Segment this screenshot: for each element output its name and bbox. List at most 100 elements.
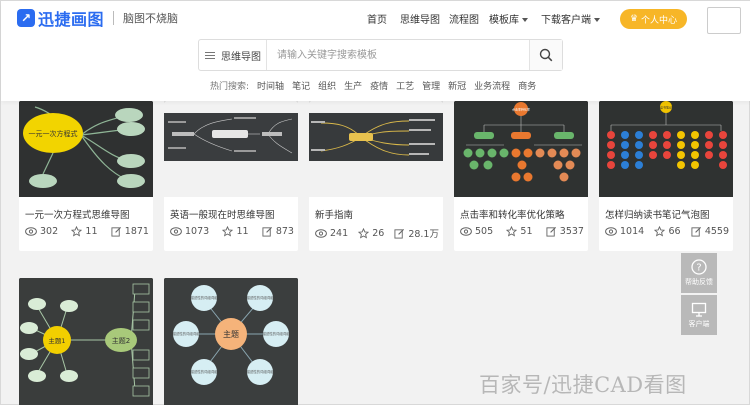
header: ↗ 迅捷画图 脑图不烧脑 首页 思维导图 流程图 模板库 下载客户端 ♛ 个人中… <box>1 1 750 101</box>
chevron-down-icon <box>594 18 600 22</box>
thumbnail-caption: 读书笔记 <box>660 105 672 110</box>
brand-slogan: 脑图不烧脑 <box>123 12 179 25</box>
hot-tag[interactable]: 组织 <box>318 79 336 92</box>
star-icon <box>71 226 83 237</box>
search-bar: 思维导图 <box>198 39 563 71</box>
thumbnail-caption: 一元一次方程式 <box>29 129 78 138</box>
monitor-icon <box>691 302 707 317</box>
search-icon <box>539 48 553 62</box>
bubble-label: 描述性的词组词组 <box>172 331 200 336</box>
template-thumbnail[interactable]: 描述性的词组词组 描述性的词组词组 描述性的词组词组 描述性的词组词组 描述性的… <box>164 278 298 405</box>
edit-icon <box>691 226 701 237</box>
template-thumbnail[interactable]: 读书笔记 <box>599 101 733 197</box>
star-icon <box>506 226 518 237</box>
search-category-select[interactable]: 思维导图 <box>199 40 267 70</box>
template-card[interactable]: 点击率转化率 点击率和转化率优化策略 505 51 3537 <box>454 101 588 251</box>
card-title[interactable]: 怎样归纳读书笔记气泡图 <box>605 207 710 221</box>
nav-home[interactable]: 首页 <box>367 11 387 26</box>
uses-stat: 3537 <box>546 226 584 237</box>
hot-tag[interactable]: 疫情 <box>370 79 388 92</box>
topic-center-label: 主题1 <box>48 336 65 345</box>
eye-icon <box>460 227 472 236</box>
card-stats: 1073 11 873 <box>170 226 294 237</box>
star-icon <box>654 226 666 237</box>
card-stats: 505 51 3537 <box>460 226 584 237</box>
views-stat: 1014 <box>605 226 644 237</box>
views-stat: 241 <box>315 226 348 240</box>
avatar[interactable] <box>707 7 741 34</box>
edit-icon <box>111 226 121 237</box>
search-button[interactable] <box>529 40 562 70</box>
template-thumbnail[interactable]: 点击率转化率 <box>454 101 588 197</box>
uses-stat: 873 <box>262 226 294 237</box>
card-title[interactable]: 新手指南 <box>315 207 353 221</box>
card-title[interactable]: 英语一般现在时思维导图 <box>170 207 275 221</box>
topic-center-label: 主题 <box>223 329 239 339</box>
watermark: 百家号/迅捷CAD看图 <box>479 373 687 397</box>
nav-download-client[interactable]: 下载客户端 <box>541 11 600 26</box>
logo-divider <box>113 11 115 25</box>
eye-icon <box>605 227 617 236</box>
hot-tag[interactable]: 生产 <box>344 79 362 92</box>
brand-logo[interactable]: ↗ 迅捷画图 脑图不烧脑 <box>17 7 178 29</box>
bubble-label: 描述性的词组词组 <box>190 369 218 374</box>
hot-tag[interactable]: 业务流程 <box>474 79 510 92</box>
template-thumbnail[interactable] <box>164 101 298 197</box>
crown-icon: ♛ <box>629 14 639 24</box>
nav-mindmap[interactable]: 思维导图 <box>400 11 440 26</box>
edit-icon <box>394 228 405 239</box>
hot-tag[interactable]: 新冠 <box>448 79 466 92</box>
template-card[interactable]: 英语一般现在时思维导图 1073 11 873 <box>164 101 298 251</box>
bubble-label: 描述性的词组词组 <box>190 295 218 300</box>
help-feedback-button[interactable]: ? 帮助反馈 <box>681 253 717 293</box>
card-title[interactable]: 一元一次方程式思维导图 <box>25 207 130 221</box>
star-icon <box>358 227 370 239</box>
hot-search-label: 热门搜索: <box>210 82 250 92</box>
bubble-label: 描述性的词组词组 <box>262 331 290 336</box>
likes-stat[interactable]: 11 <box>71 226 98 237</box>
menu-icon <box>205 50 215 61</box>
likes-stat[interactable]: 51 <box>506 226 533 237</box>
card-stats: 302 11 1871 <box>25 226 149 237</box>
card-title[interactable]: 点击率和转化率优化策略 <box>460 207 565 221</box>
uses-stat: 28.1万 <box>394 226 439 240</box>
eye-icon <box>315 228 327 238</box>
eye-icon <box>25 227 37 236</box>
hot-tag[interactable]: 时间轴 <box>257 79 284 92</box>
hot-tag[interactable]: 工艺 <box>396 79 414 92</box>
thumbnail-caption: 点击率转化率 <box>512 107 530 112</box>
edit-icon <box>546 226 556 237</box>
search-input[interactable] <box>267 40 529 70</box>
star-icon <box>222 226 234 237</box>
views-stat: 1073 <box>170 226 209 237</box>
chart-logo-icon: ↗ <box>17 9 35 27</box>
hot-tag[interactable]: 商务 <box>518 79 536 92</box>
template-card[interactable]: 一元一次方程式 一元一次方程式思维导图 302 11 1871 <box>19 101 153 251</box>
template-card[interactable]: 读书笔记 怎样归纳读书笔记气泡图 1014 66 4559 <box>599 101 733 251</box>
likes-stat[interactable]: 66 <box>654 226 681 237</box>
hot-tag[interactable]: 笔记 <box>292 79 310 92</box>
likes-stat[interactable]: 26 <box>358 226 384 240</box>
nav-templates[interactable]: 模板库 <box>489 11 528 26</box>
template-thumbnail[interactable] <box>309 101 443 197</box>
edit-icon <box>262 226 272 237</box>
user-center-button[interactable]: ♛ 个人中心 <box>620 9 687 29</box>
likes-stat[interactable]: 11 <box>222 226 249 237</box>
nav-flowchart[interactable]: 流程图 <box>449 11 479 26</box>
card-stats: 241 26 28.1万 <box>315 226 439 240</box>
template-card[interactable]: 描述性的词组词组 描述性的词组词组 描述性的词组词组 描述性的词组词组 描述性的… <box>164 278 298 405</box>
template-thumbnail[interactable]: 主题1 主题2 <box>19 278 153 405</box>
card-stats: 1014 66 4559 <box>605 226 729 237</box>
svg-text:?: ? <box>696 263 701 274</box>
eye-icon <box>170 227 182 236</box>
hot-search: 热门搜索: 时间轴 笔记 组织 生产 疫情 工艺 管理 新冠 业务流程 商务 <box>210 79 544 92</box>
template-card[interactable]: 主题1 主题2 <box>19 278 153 405</box>
client-button[interactable]: 客户端 <box>681 295 717 335</box>
uses-stat: 1871 <box>111 226 149 237</box>
views-stat: 505 <box>460 226 493 237</box>
template-thumbnail[interactable]: 一元一次方程式 <box>19 101 153 197</box>
brand-name: 迅捷画图 <box>38 10 105 29</box>
bubble-label: 描述性的词组词组 <box>246 295 274 300</box>
template-card[interactable]: 新手指南 241 26 28.1万 <box>309 101 443 251</box>
hot-tag[interactable]: 管理 <box>422 79 440 92</box>
